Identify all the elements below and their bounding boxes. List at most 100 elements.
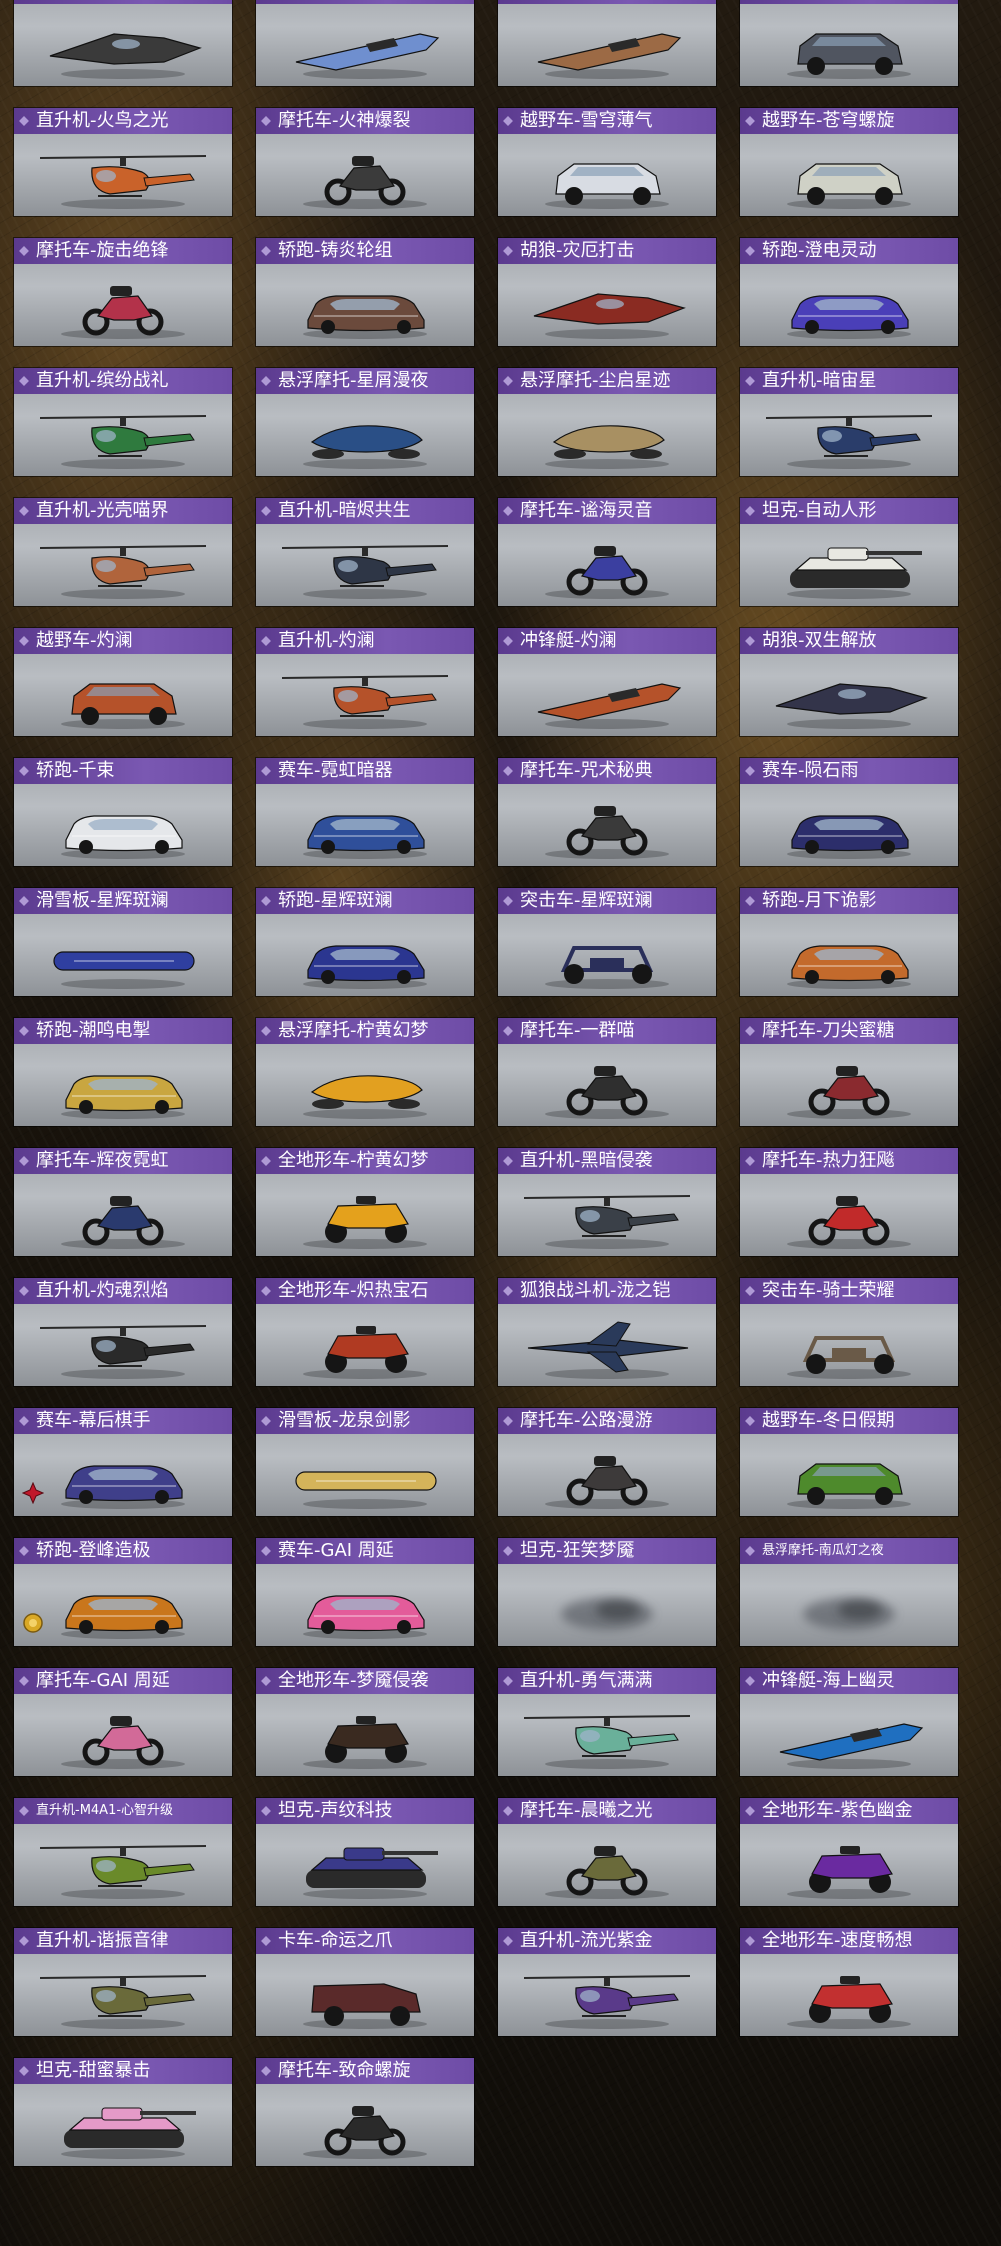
moto-vehicle-image — [545, 1456, 669, 1509]
vehicle-skin-card[interactable]: 悬浮摩托-星屑漫夜 — [256, 368, 474, 476]
vehicle-skin-card[interactable]: 直升机-火鸟之光 — [14, 108, 232, 216]
hover-vehicle-image — [303, 1075, 427, 1119]
vehicle-skin-card[interactable]: 摩托车-公路漫游 — [498, 1408, 716, 1516]
vehicle-skin-card[interactable]: 冲锋艇-雪魔之力 — [256, 0, 474, 86]
vehicle-skin-card[interactable]: 悬浮摩托-柠黄幻梦 — [256, 1018, 474, 1126]
vehicle-skin-label: 赛车-GAI 周延 — [256, 1538, 474, 1564]
vehicle-skin-card[interactable]: 赛车-陨石雨 — [740, 758, 958, 866]
vehicle-skin-card[interactable]: 直升机-光壳喵界 — [14, 498, 232, 606]
boat-vehicle-image — [295, 33, 440, 79]
vehicle-skin-label: 直升机-灼魂烈焰 — [14, 1278, 232, 1304]
car-vehicle-image — [787, 295, 911, 339]
blur-vehicle-image — [561, 1598, 653, 1630]
blur-vehicle-image — [803, 1598, 895, 1630]
vehicle-skin-label: 摩托车-谧海灵音 — [498, 498, 716, 524]
vehicle-skin-card[interactable]: 直升机-谐振音律 — [14, 1928, 232, 2036]
vehicle-skin-card[interactable]: 冲锋艇-海上幽灵 — [740, 1668, 958, 1776]
vehicle-skin-card[interactable]: 轿跑-月下诡影 — [740, 888, 958, 996]
vehicle-skin-label: 冲锋艇-海上幽灵 — [740, 1668, 958, 1694]
vehicle-skin-card[interactable]: 全地形车-炽热宝石 — [256, 1278, 474, 1386]
vehicle-skin-card[interactable]: 全地形车-紫色幽金 — [740, 1798, 958, 1906]
vehicle-skin-card[interactable]: 直升机-暗烬共生 — [256, 498, 474, 606]
vehicle-skin-card[interactable]: 越野车-雪穹薄气 — [498, 108, 716, 216]
tank-vehicle-image — [61, 2107, 196, 2159]
vehicle-skin-card[interactable]: 赛车-霓虹暗器 — [256, 758, 474, 866]
vehicle-skin-card[interactable]: 坦克-自动人形 — [740, 498, 958, 606]
vehicle-skin-card[interactable]: 滑雪板-星辉斑斓 — [14, 888, 232, 996]
vehicle-skin-card[interactable]: 胡狼-双生解放 — [740, 628, 958, 736]
vehicle-skin-label: 摩托车-致命螺旋 — [256, 2058, 474, 2084]
vehicle-skin-card[interactable]: 轿跑-铸炎轮组 — [256, 238, 474, 346]
vehicle-skin-card[interactable]: 轿跑-澄电灵动 — [740, 238, 958, 346]
vehicle-skin-label: 摩托车-咒术秘典 — [498, 758, 716, 784]
moto-vehicle-image — [303, 156, 427, 209]
vehicle-skin-card[interactable]: 坦克-声纹科技 — [256, 1798, 474, 1906]
vehicle-skin-label: 胡狼-双生解放 — [740, 628, 958, 654]
truck-vehicle-image — [303, 1983, 427, 2029]
vehicle-skin-card[interactable]: 轿跑-千束 — [14, 758, 232, 866]
hover-vehicle-image — [545, 425, 669, 469]
vehicle-skin-card[interactable]: 全地形车-速度畅想 — [740, 1928, 958, 2036]
atv-vehicle-image — [303, 1196, 427, 1249]
red-emblem-icon — [22, 1482, 44, 1504]
vehicle-skin-card[interactable]: 摩托车-咒术秘典 — [498, 758, 716, 866]
vehicle-skin-card[interactable]: 越野车-灼澜 — [14, 628, 232, 736]
heli-vehicle-image — [281, 545, 449, 599]
vehicle-skin-card[interactable]: 轿跑-星辉斑斓 — [256, 888, 474, 996]
vehicle-skin-card[interactable]: 摩托车-刀尖蜜糖 — [740, 1018, 958, 1126]
vehicle-skin-card[interactable]: 狐狼战斗机-泷之铠 — [498, 1278, 716, 1386]
vehicle-skin-label: 直升机-谐振音律 — [14, 1928, 232, 1954]
vehicle-skin-card[interactable]: 越野车-龙胆亮银 — [740, 0, 958, 86]
vehicle-skin-card[interactable]: 悬浮摩托-南瓜灯之夜 — [740, 1538, 958, 1646]
vehicle-skin-card[interactable]: 滑雪板-龙泉剑影 — [256, 1408, 474, 1516]
vehicle-skin-card[interactable]: 直升机-灼澜 — [256, 628, 474, 736]
vehicle-skin-card[interactable]: 摩托车-致命螺旋 — [256, 2058, 474, 2166]
vehicle-skin-card[interactable]: 摩托车-热力狂飚 — [740, 1148, 958, 1256]
vehicle-skin-card[interactable]: 越野车-苍穹螺旋 — [740, 108, 958, 216]
vehicle-skin-card[interactable]: 直升机-M4A1-心智升级 — [14, 1798, 232, 1906]
vehicle-skin-card[interactable]: 轿跑-潮鸣电掣 — [14, 1018, 232, 1126]
vehicle-skin-label: 突击车-骑士荣耀 — [740, 1278, 958, 1304]
car-vehicle-image — [303, 1595, 427, 1639]
vehicle-skin-card[interactable]: 摩托车-一群喵 — [498, 1018, 716, 1126]
vehicle-skin-card[interactable]: 摩托车-旋击绝锋 — [14, 238, 232, 346]
vehicle-skin-card[interactable]: 赛车-GAI 周延 — [256, 1538, 474, 1646]
vehicle-skin-card[interactable]: 轿跑-登峰造极 — [14, 1538, 232, 1646]
vehicle-skin-card[interactable]: 胡狼-灾厄打击 — [498, 238, 716, 346]
vehicle-skin-card[interactable]: 全地形车-梦魇侵袭 — [256, 1668, 474, 1776]
vehicle-skin-card[interactable]: 直升机-暗宙星 — [740, 368, 958, 476]
vehicle-skin-card[interactable]: 直升机-灼魂烈焰 — [14, 1278, 232, 1386]
vehicle-skin-card[interactable]: 摩托车-谧海灵音 — [498, 498, 716, 606]
vehicle-skin-card[interactable]: 全地形车-柠黄幻梦 — [256, 1148, 474, 1256]
vehicle-skin-card[interactable]: 赛车-幕后棋手 — [14, 1408, 232, 1516]
vehicle-skin-card[interactable]: 突击车-星辉斑斓 — [498, 888, 716, 996]
vehicle-skin-card[interactable]: 直升机-勇气满满 — [498, 1668, 716, 1776]
vehicle-skin-card[interactable]: 直升机-缤纷战礼 — [14, 368, 232, 476]
vehicle-skin-card[interactable]: 卡车-命运之爪 — [256, 1928, 474, 2036]
vehicle-skin-card[interactable]: 冲锋艇-灼澜 — [498, 628, 716, 736]
vehicle-skin-card[interactable]: 胡狼-核影警示 — [14, 0, 232, 86]
vehicle-skin-label: 摩托车-火神爆裂 — [256, 108, 474, 134]
offroad-vehicle-image — [787, 33, 911, 79]
vehicle-skin-card[interactable]: 直升机-流光紫金 — [498, 1928, 716, 2036]
vehicle-skin-label: 滑雪板-星辉斑斓 — [14, 888, 232, 914]
vehicle-skin-card[interactable]: 越野车-冬日假期 — [740, 1408, 958, 1516]
vehicle-skin-label: 越野车-雪穹薄气 — [498, 108, 716, 134]
vehicle-skin-card[interactable]: 摩托车-晨曦之光 — [498, 1798, 716, 1906]
vehicle-skin-label: 全地形车-柠黄幻梦 — [256, 1148, 474, 1174]
vehicle-skin-card[interactable]: 摩托车-辉夜霓虹 — [14, 1148, 232, 1256]
vehicle-skin-card[interactable]: 突击车-骑士荣耀 — [740, 1278, 958, 1386]
vehicle-skin-card[interactable]: 坦克-甜蜜暴击 — [14, 2058, 232, 2166]
vehicle-skin-card[interactable]: 坦克-狂笑梦魇 — [498, 1538, 716, 1646]
vehicle-skin-label: 卡车-命运之爪 — [256, 1928, 474, 1954]
vehicle-skin-card[interactable]: 摩托车-火神爆裂 — [256, 108, 474, 216]
boat-vehicle-image — [537, 33, 682, 79]
vehicle-skin-card[interactable]: 直升机-黑暗侵袭 — [498, 1148, 716, 1256]
vehicle-skin-card[interactable]: 冲锋艇-领航舰队 — [498, 0, 716, 86]
vehicle-skin-label: 直升机-流光紫金 — [498, 1928, 716, 1954]
car-vehicle-image — [61, 1595, 185, 1639]
vehicle-skin-card[interactable]: 悬浮摩托-尘启星迹 — [498, 368, 716, 476]
car-vehicle-image — [303, 815, 427, 859]
vehicle-skin-card[interactable]: 摩托车-GAI 周延 — [14, 1668, 232, 1776]
vehicle-skin-label: 坦克-狂笑梦魇 — [498, 1538, 716, 1564]
